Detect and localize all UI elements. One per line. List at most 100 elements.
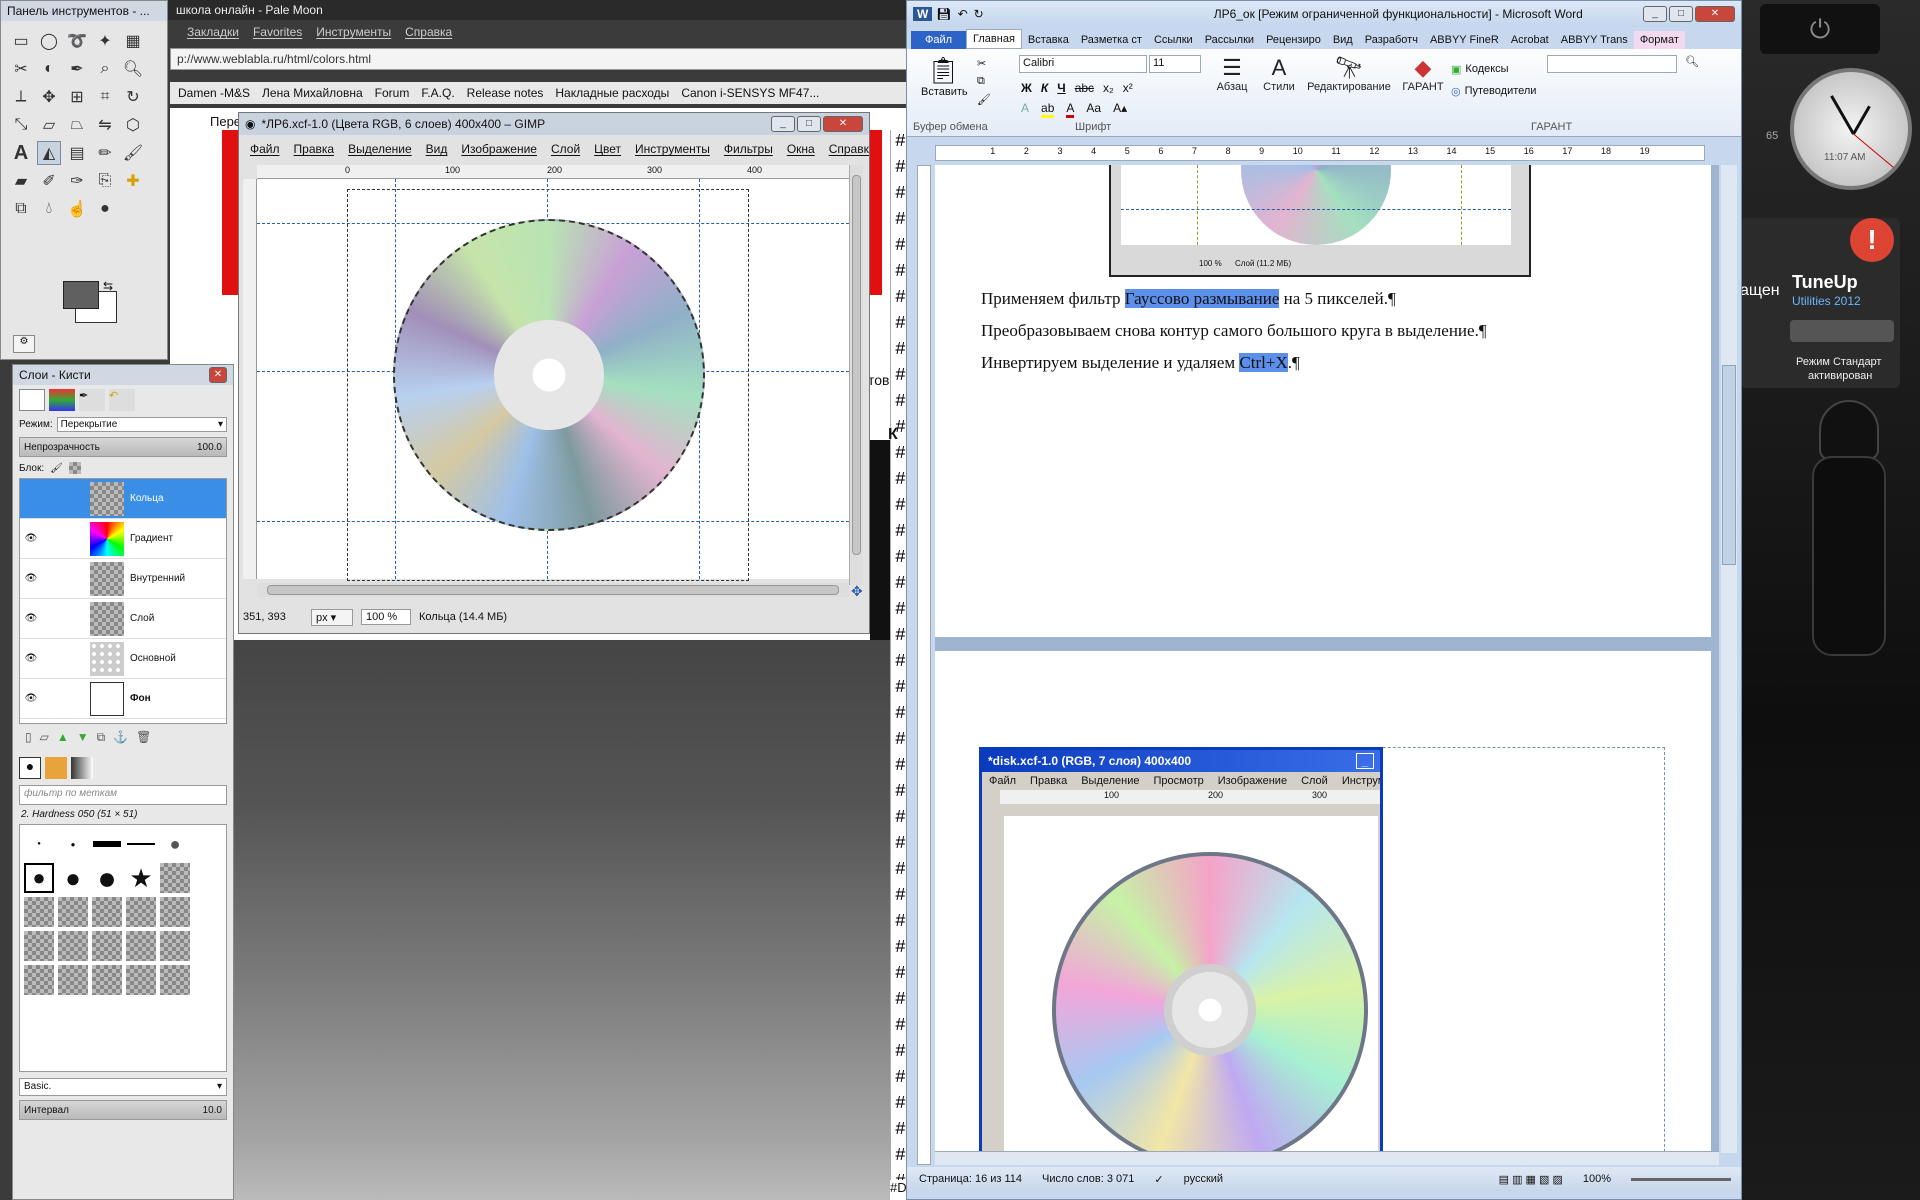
save-icon[interactable]: 💾︎ [936,7,951,21]
foreground-color-swatch[interactable] [63,281,99,309]
text-effects-icon[interactable]: A [1021,101,1029,118]
blur-icon[interactable]: 💧︎ [37,197,61,221]
lower-layer-icon[interactable]: ▼ [77,730,89,745]
gimp-menu-help[interactable]: Справка [822,142,869,156]
bookmark-item[interactable]: Forum [375,86,410,100]
brush-preset-select[interactable]: Basic. ▾ [19,1078,227,1096]
undo-icon[interactable]: ↶ [958,7,968,21]
tab-mailings[interactable]: Рассылки [1199,31,1260,49]
ribbon-search-input[interactable] [1547,55,1677,73]
gimp-menu-view[interactable]: Вид [419,142,455,156]
scale-icon[interactable]: ⤡ [9,113,33,137]
search-icon[interactable]: 🔍︎ [1685,55,1699,68]
brush-swatch[interactable]: ● [58,863,88,893]
ink-icon[interactable]: ✑ [65,169,89,193]
brush-swatch[interactable] [58,931,88,961]
tab-layout[interactable]: Разметка ст [1075,31,1148,49]
tab-developer[interactable]: Разработч [1359,31,1424,49]
superscript-button[interactable]: x² [1123,81,1133,95]
swap-colors-icon[interactable]: ⇆ [103,279,113,293]
garant-button[interactable]: ◆ ГАРАНТ [1401,55,1445,93]
color-picker-icon[interactable]: ⌕ [93,57,117,81]
layer-row[interactable]: 👁︎ Фон [20,679,226,719]
tab-file[interactable]: Файл [911,31,967,49]
text-icon[interactable]: A [9,141,33,165]
eraser-icon[interactable]: ▰ [9,169,33,193]
brush-swatch[interactable] [92,829,122,859]
delete-layer-icon[interactable]: 🗑︎ [136,730,151,745]
tab-channels[interactable] [49,389,75,411]
font-name-select[interactable]: Calibri [1019,55,1147,73]
paste-button[interactable]: 📋︎ Вставить [921,55,968,98]
styles-button[interactable]: A Стили [1259,55,1299,93]
eye-icon[interactable]: 👁︎ [20,613,42,624]
bookmark-item[interactable]: Лена Михайловна [262,86,363,100]
layer-row[interactable]: 👁︎ Внутренний [20,559,226,599]
browser-urlbar[interactable]: p://www.weblabla.ru/html/colors.html [170,48,930,70]
tab-view[interactable]: Вид [1327,31,1359,49]
brush-swatch[interactable] [126,965,156,995]
maximize-icon[interactable]: □ [797,116,821,132]
gimp-menu-file[interactable]: Файл [243,142,287,156]
brush-swatch[interactable] [24,965,54,995]
brush-swatch[interactable] [160,897,190,927]
crop-icon[interactable]: ⌗ [93,85,117,109]
mode-select[interactable]: Перекрытие ▾ [56,417,227,432]
bookmark-item[interactable]: F.A.Q. [421,86,454,100]
heal-icon[interactable]: ✚ [121,169,145,193]
browser-menu-help[interactable]: Справка [398,25,459,39]
browser-menu-tools[interactable]: Инструменты [309,25,398,39]
gimp-menu-tools[interactable]: Инструменты [628,142,717,156]
strikethrough-button[interactable]: abc [1075,81,1094,95]
layer-row[interactable]: Кольца [20,479,226,519]
gimp-menu-edit[interactable]: Правка [287,142,342,156]
airbrush-icon[interactable]: ✐ [37,169,61,193]
italic-button[interactable]: К [1041,81,1048,95]
new-layer-icon[interactable]: ▯ [25,730,32,745]
bold-button[interactable]: Ж [1021,81,1032,95]
brush-swatch[interactable]: ★ [126,863,156,893]
eye-icon[interactable]: 👁︎ [20,653,42,664]
flip-icon[interactable]: ⇋ [93,113,117,137]
cut-icon[interactable]: ✂ [977,57,986,70]
gradient-icon[interactable]: ▤ [65,141,89,165]
brush-swatch[interactable]: ● [24,829,54,859]
brush-swatch[interactable] [160,931,190,961]
tab-insert[interactable]: Вставка [1022,31,1075,49]
dodge-burn-icon[interactable]: ● [93,197,117,221]
redo-icon[interactable]: ↻ [974,7,984,21]
gimp-menu-image[interactable]: Изображение [454,142,544,156]
layer-row[interactable]: 👁︎ Основной [20,639,226,679]
layer-row[interactable]: 👁︎ Слой [20,599,226,639]
zoom-level[interactable]: 100% [1583,1173,1611,1185]
zoom-select[interactable]: 100 % [361,609,411,625]
format-painter-icon[interactable]: 🖌︎ [977,93,991,106]
clone-icon[interactable]: ⎘ [93,169,117,193]
gimp-menu-select[interactable]: Выделение [341,142,419,156]
perspective-icon[interactable]: ⏢ [65,113,89,137]
brush-swatch[interactable] [126,829,156,859]
tuneup-mode-buttons[interactable] [1790,320,1894,342]
maximize-icon[interactable]: □ [1669,6,1693,22]
magic-wand-icon[interactable]: ✦ [93,29,117,53]
gimp-menu-layer[interactable]: Слой [544,142,587,156]
tab-patterns[interactable] [45,757,67,779]
ellipse-select-icon[interactable]: ◯ [37,29,61,53]
smudge-icon[interactable]: ☝ [65,197,89,221]
spacing-slider[interactable]: Интервал 10.0 [19,1100,227,1120]
bookmark-item[interactable]: Damen -M&S [178,86,250,100]
rotate-icon[interactable]: ↻ [121,85,145,109]
unit-select[interactable]: px ▾ [311,608,353,626]
lock-pixels-icon[interactable]: 🖌︎ [50,463,63,474]
tab-abbyy-trans[interactable]: ABBYY Trans [1555,31,1634,49]
grow-font-icon[interactable]: A▴ [1113,101,1127,118]
navigate-icon[interactable]: ✥ [851,583,863,600]
brush-swatch[interactable] [92,931,122,961]
brush-swatch[interactable] [92,897,122,927]
raise-layer-icon[interactable]: ▲ [57,730,69,745]
measure-icon[interactable]: ⟂ [9,85,33,109]
brush-swatch[interactable] [126,931,156,961]
gimp-menu-colors[interactable]: Цвет [587,142,628,156]
paths-icon[interactable]: ✒ [65,57,89,81]
lasso-icon[interactable]: ➰ [65,29,89,53]
